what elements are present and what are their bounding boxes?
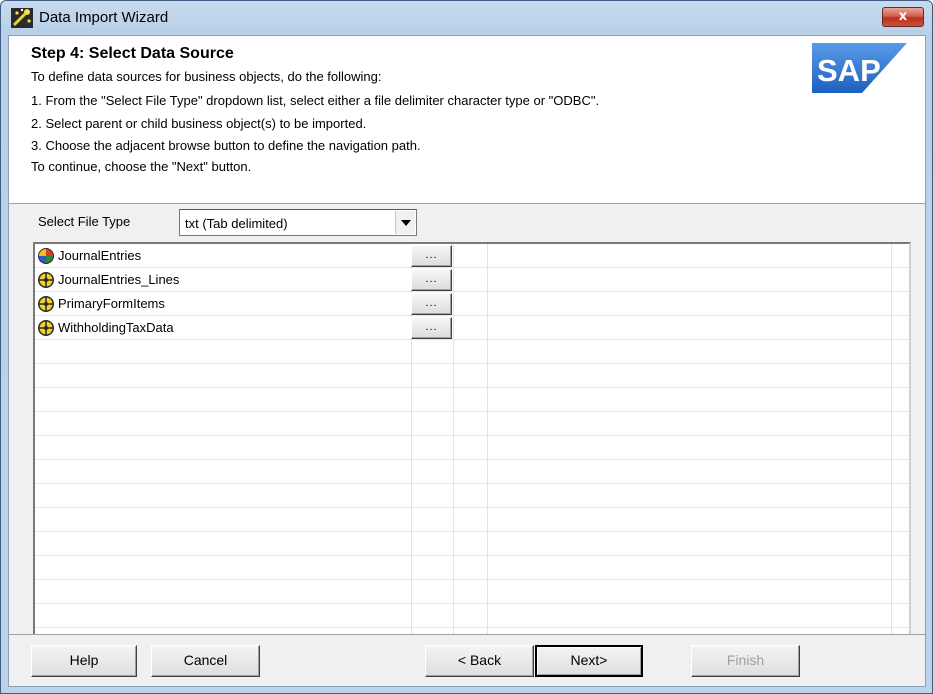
instruction-step-2: 2. Select parent or child business objec… bbox=[31, 116, 367, 131]
table-row[interactable]: JournalEntries... bbox=[35, 244, 909, 268]
empty-row bbox=[35, 580, 909, 604]
file-type-label: Select File Type bbox=[38, 214, 131, 229]
back-button[interactable]: < Back bbox=[425, 645, 534, 677]
browse-button[interactable]: ... bbox=[411, 269, 452, 291]
wizard-body: Step 4: Select Data Source To define dat… bbox=[8, 35, 926, 687]
instruction-step-1: 1. From the "Select File Type" dropdown … bbox=[31, 93, 600, 108]
empty-row bbox=[35, 436, 909, 460]
object-name: JournalEntries bbox=[58, 248, 142, 263]
empty-row bbox=[35, 340, 909, 364]
object-name: WithholdingTaxData bbox=[58, 320, 174, 335]
instruction-step-3: 3. Choose the adjacent browse button to … bbox=[31, 138, 421, 153]
child-object-icon bbox=[38, 272, 54, 288]
parent-object-icon bbox=[38, 248, 54, 264]
table-row[interactable]: WithholdingTaxData... bbox=[35, 316, 909, 340]
svg-text:SAP: SAP bbox=[817, 53, 881, 88]
cancel-button[interactable]: Cancel bbox=[151, 645, 260, 677]
empty-row bbox=[35, 364, 909, 388]
step-title: Step 4: Select Data Source bbox=[31, 45, 234, 62]
file-type-dropdown[interactable]: txt (Tab delimited) bbox=[179, 209, 417, 236]
browse-button[interactable]: ... bbox=[411, 245, 452, 267]
help-button[interactable]: Help bbox=[31, 645, 137, 677]
browse-button[interactable]: ... bbox=[411, 317, 452, 339]
table-row[interactable]: PrimaryFormItems... bbox=[35, 292, 909, 316]
object-name: JournalEntries_Lines bbox=[58, 272, 180, 287]
sap-logo: SAP bbox=[812, 43, 907, 93]
file-type-value: txt (Tab delimited) bbox=[185, 216, 288, 231]
empty-row bbox=[35, 604, 909, 628]
wizard-footer: Help Cancel < Back Next> Finish bbox=[9, 634, 925, 686]
instruction-continue: To continue, choose the "Next" button. bbox=[31, 159, 252, 174]
empty-row bbox=[35, 508, 909, 532]
business-objects-grid: JournalEntries... JournalEntries_Lines...… bbox=[33, 242, 911, 634]
finish-button: Finish bbox=[691, 645, 800, 677]
table-row[interactable]: JournalEntries_Lines... bbox=[35, 268, 909, 292]
close-icon: x bbox=[898, 9, 908, 24]
child-object-icon bbox=[38, 320, 54, 336]
empty-row bbox=[35, 532, 909, 556]
instruction-intro: To define data sources for business obje… bbox=[31, 69, 382, 84]
chevron-down-icon[interactable] bbox=[395, 211, 415, 234]
wizard-window: Data Import Wizard x Step 4: Select Data… bbox=[0, 0, 933, 694]
next-button[interactable]: Next> bbox=[535, 645, 643, 677]
wizard-wand-icon bbox=[11, 8, 33, 28]
step-header: Step 4: Select Data Source To define dat… bbox=[9, 36, 925, 204]
object-name: PrimaryFormItems bbox=[58, 296, 165, 311]
browse-button[interactable]: ... bbox=[411, 293, 452, 315]
empty-row bbox=[35, 460, 909, 484]
empty-row bbox=[35, 556, 909, 580]
empty-row bbox=[35, 484, 909, 508]
child-object-icon bbox=[38, 296, 54, 312]
empty-row bbox=[35, 388, 909, 412]
empty-row bbox=[35, 412, 909, 436]
close-button[interactable]: x bbox=[882, 7, 924, 27]
window-title: Data Import Wizard bbox=[39, 9, 169, 26]
title-bar[interactable]: Data Import Wizard x bbox=[1, 1, 932, 35]
